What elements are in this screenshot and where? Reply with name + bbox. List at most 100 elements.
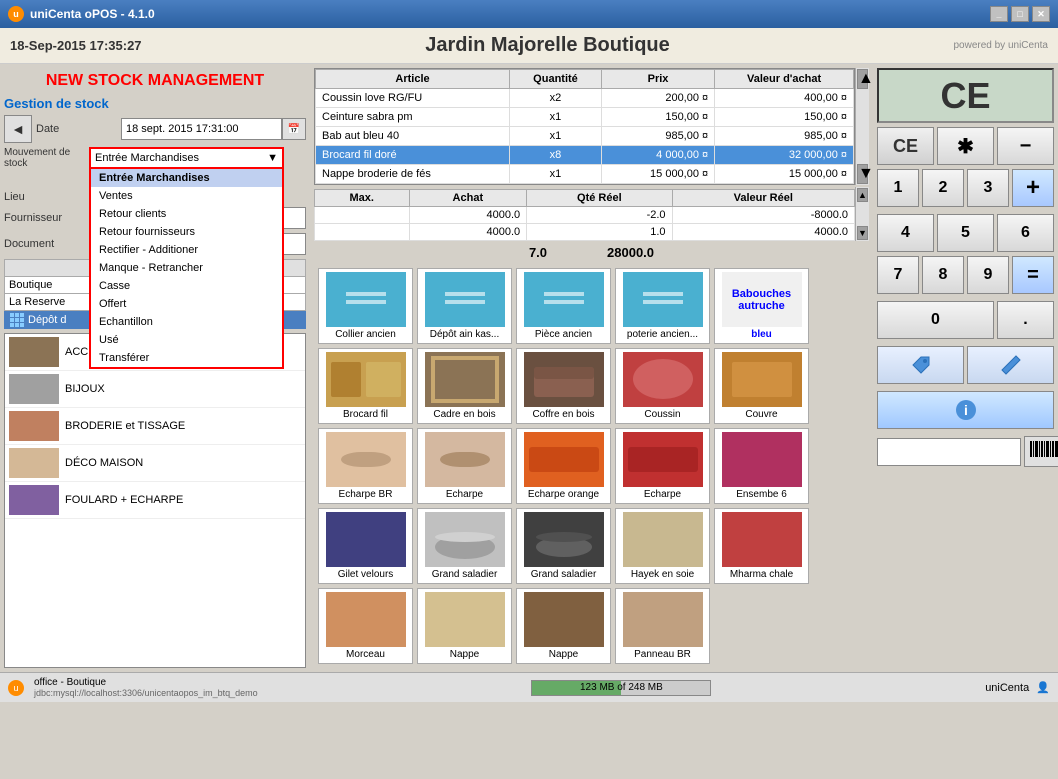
plus-button[interactable]: +	[1012, 169, 1054, 207]
btn-dot[interactable]: .	[997, 301, 1054, 339]
product-mharma[interactable]: Mharma chale	[714, 508, 809, 584]
product-ensemble[interactable]: Ensembe 6	[714, 428, 809, 504]
dd-item-rectifier[interactable]: Rectifier - Additioner	[91, 241, 282, 259]
btn-5[interactable]: 5	[937, 214, 994, 252]
dd-item-retour-clients[interactable]: Retour clients	[91, 205, 282, 223]
ce-button[interactable]: CE	[877, 127, 934, 165]
barcode-icon[interactable]	[1024, 436, 1058, 467]
product-piece[interactable]: Pièce ancien	[516, 268, 611, 344]
btn-2[interactable]: 2	[922, 169, 964, 207]
stock-row-bab[interactable]: Bab aut bleu 40 x1 985,00 ¤ 985,00 ¤	[316, 127, 854, 146]
window-controls: _ □ ✕	[990, 6, 1050, 22]
product-morceau[interactable]: Morceau	[318, 588, 413, 664]
scroll-up[interactable]: ▲	[857, 69, 868, 89]
dd-item-manque[interactable]: Manque - Retrancher	[91, 259, 282, 277]
product-echarpe-2[interactable]: Echarpe	[615, 428, 710, 504]
dd-item-use[interactable]: Usé	[91, 331, 282, 349]
detail-row-2: 4000.0 1.0 4000.0	[315, 224, 855, 241]
left-panel: NEW STOCK MANAGEMENT Gestion de stock ◄ …	[0, 64, 310, 672]
maximize-button[interactable]: □	[1011, 6, 1029, 22]
minimize-button[interactable]: _	[990, 6, 1008, 22]
minus-button[interactable]: −	[997, 127, 1054, 165]
dd-item-entree[interactable]: Entrée Marchandises	[91, 169, 282, 187]
product-coussin[interactable]: Coussin	[615, 348, 710, 424]
lieu-label: Lieu	[4, 191, 89, 203]
tag-button[interactable]	[877, 346, 964, 384]
memory-bar: 123 MB of 248 MB	[531, 680, 711, 696]
date-input[interactable]	[121, 118, 282, 140]
product-grand-saladier-2[interactable]: Grand saladier	[516, 508, 611, 584]
detail-col-achat: Achat	[409, 190, 527, 207]
product-hayek[interactable]: Hayek en soie	[615, 508, 710, 584]
detail-scroll-track[interactable]	[856, 203, 869, 225]
dd-item-echantillon[interactable]: Echantillon	[91, 313, 282, 331]
cat-item-broderie[interactable]: BRODERIE et TISSAGE	[5, 408, 305, 445]
stock-table-scrollbar[interactable]: ▲ ▼	[855, 68, 869, 185]
memory-label: 123 MB of 248 MB	[532, 681, 710, 695]
movement-dropdown[interactable]: Entrée Marchandises ▼ Entrée Marchandise…	[89, 147, 284, 169]
product-echarpe-br[interactable]: Echarpe BR	[318, 428, 413, 504]
nav-back-button[interactable]: ◄	[4, 115, 32, 143]
product-depot-ain[interactable]: Dépôt ain kas...	[417, 268, 512, 344]
product-poterie[interactable]: poterie ancien...	[615, 268, 710, 344]
btn-9[interactable]: 9	[967, 256, 1009, 294]
totals-row: 7.0 28000.0	[314, 241, 869, 264]
product-thumb-echarpe-1	[425, 432, 505, 487]
calendar-button[interactable]: 📅	[282, 118, 306, 140]
detail-scrollbar[interactable]: ▲ ▼	[855, 187, 869, 241]
btn-3[interactable]: 3	[967, 169, 1009, 207]
btn-7[interactable]: 7	[877, 256, 919, 294]
product-brocard[interactable]: Brocard fil	[318, 348, 413, 424]
scroll-track[interactable]	[856, 90, 869, 163]
page-title: NEW STOCK MANAGEMENT	[4, 68, 306, 94]
product-nappe-2[interactable]: Nappe	[516, 588, 611, 664]
barcode-row	[877, 436, 1054, 467]
barcode-input[interactable]	[877, 438, 1021, 466]
stock-row-brocard[interactable]: Brocard fil doré x8 4 000,00 ¤ 32 000,00…	[316, 146, 854, 165]
btn-4[interactable]: 4	[877, 214, 934, 252]
unicenta-logo: powered by uniCenta	[953, 40, 1048, 51]
cat-item-foulard[interactable]: FOULARD + ECHARPE	[5, 482, 305, 519]
product-coffre[interactable]: Coffre en bois	[516, 348, 611, 424]
product-echarpe-1[interactable]: Echarpe	[417, 428, 512, 504]
numpad-row-789: 7 8 9 =	[877, 256, 1054, 297]
btn-1[interactable]: 1	[877, 169, 919, 207]
btn-8[interactable]: 8	[922, 256, 964, 294]
product-nappe-1[interactable]: Nappe	[417, 588, 512, 664]
btn-6[interactable]: 6	[997, 214, 1054, 252]
product-couvre[interactable]: Couvre	[714, 348, 809, 424]
top-header: 18-Sep-2015 17:35:27 Jardin Majorelle Bo…	[0, 28, 1058, 64]
dd-item-offert[interactable]: Offert	[91, 295, 282, 313]
office-label: office - Boutique	[34, 677, 258, 688]
multiply-button[interactable]: ✱	[937, 127, 994, 165]
product-echarpe-orange[interactable]: Echarpe orange	[516, 428, 611, 504]
btn-0[interactable]: 0	[877, 301, 994, 339]
cat-item-deco[interactable]: DÉCO MAISON	[5, 445, 305, 482]
product-babouches[interactable]: Babouches autruche bleu	[714, 268, 809, 344]
detail-scroll-up[interactable]: ▲	[857, 188, 868, 202]
detail-scroll-down[interactable]: ▼	[857, 226, 868, 240]
detail-row-1: 4000.0 -2.0 -8000.0	[315, 207, 855, 224]
dd-item-casse[interactable]: Casse	[91, 277, 282, 295]
stock-row-coussin[interactable]: Coussin love RG/FU x2 200,00 ¤ 400,00 ¤	[316, 89, 854, 108]
info-button[interactable]: i	[877, 391, 1054, 429]
stock-row-nappe[interactable]: Nappe broderie de fés x1 15 000,00 ¤ 15 …	[316, 165, 854, 184]
document-label: Document	[4, 238, 89, 250]
dd-item-transferer[interactable]: Transférer	[91, 349, 282, 367]
edit-button[interactable]	[967, 346, 1054, 384]
product-grand-saladier-1[interactable]: Grand saladier	[417, 508, 512, 584]
product-cadre[interactable]: Cadre en bois	[417, 348, 512, 424]
dd-item-ventes[interactable]: Ventes	[91, 187, 282, 205]
scroll-down[interactable]: ▼	[857, 164, 868, 184]
product-gilet[interactable]: Gilet velours	[318, 508, 413, 584]
equals-button[interactable]: =	[1012, 256, 1054, 294]
product-collier[interactable]: Collier ancien	[318, 268, 413, 344]
close-button[interactable]: ✕	[1032, 6, 1050, 22]
product-panneau[interactable]: Panneau BR	[615, 588, 710, 664]
dd-item-retour-fourn[interactable]: Retour fournisseurs	[91, 223, 282, 241]
movement-dropdown-trigger[interactable]: Entrée Marchandises ▼	[89, 147, 284, 169]
status-app-icon: u	[8, 680, 24, 696]
numpad-row-456: 4 5 6	[877, 214, 1054, 252]
cat-item-bijoux[interactable]: BIJOUX	[5, 371, 305, 408]
stock-row-ceinture[interactable]: Ceinture sabra pm x1 150,00 ¤ 150,00 ¤	[316, 108, 854, 127]
